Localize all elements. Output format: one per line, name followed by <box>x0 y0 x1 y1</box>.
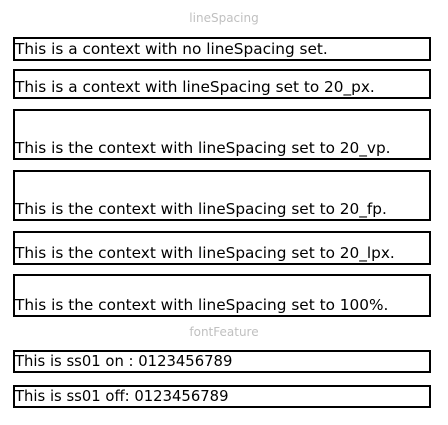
text-line-spacing-20fp: This is the context with lineSpacing set… <box>15 200 387 218</box>
text-box-line-spacing-20fp: This is the context with lineSpacing set… <box>13 170 431 221</box>
text-ss01-off: This is ss01 off: 0123456789 <box>15 388 229 405</box>
text-line-spacing-20px: This is a context with lineSpacing set t… <box>15 78 375 96</box>
text-box-line-spacing-20vp: This is the context with lineSpacing set… <box>13 109 431 160</box>
text-line-spacing-20lpx: This is the context with lineSpacing set… <box>15 244 395 262</box>
text-box-ss01-off: This is ss01 off: 0123456789 <box>13 385 431 408</box>
text-line-spacing-20vp: This is the context with lineSpacing set… <box>15 139 391 157</box>
text-ss01-on: This is ss01 on : 0123456789 <box>15 353 233 370</box>
text-box-no-line-spacing: This is a context with no lineSpacing se… <box>13 37 431 61</box>
text-no-line-spacing: This is a context with no lineSpacing se… <box>15 40 328 58</box>
text-box-line-spacing-20lpx: This is the context with lineSpacing set… <box>13 231 431 265</box>
text-line-spacing-100-percent: This is the context with lineSpacing set… <box>15 296 389 314</box>
font-feature-title: fontFeature <box>189 325 259 339</box>
text-box-line-spacing-100-percent: This is the context with lineSpacing set… <box>13 274 431 317</box>
line-spacing-title: lineSpacing <box>189 11 259 25</box>
text-box-line-spacing-20px: This is a context with lineSpacing set t… <box>13 69 431 99</box>
text-box-ss01-on: This is ss01 on : 0123456789 <box>13 350 431 373</box>
